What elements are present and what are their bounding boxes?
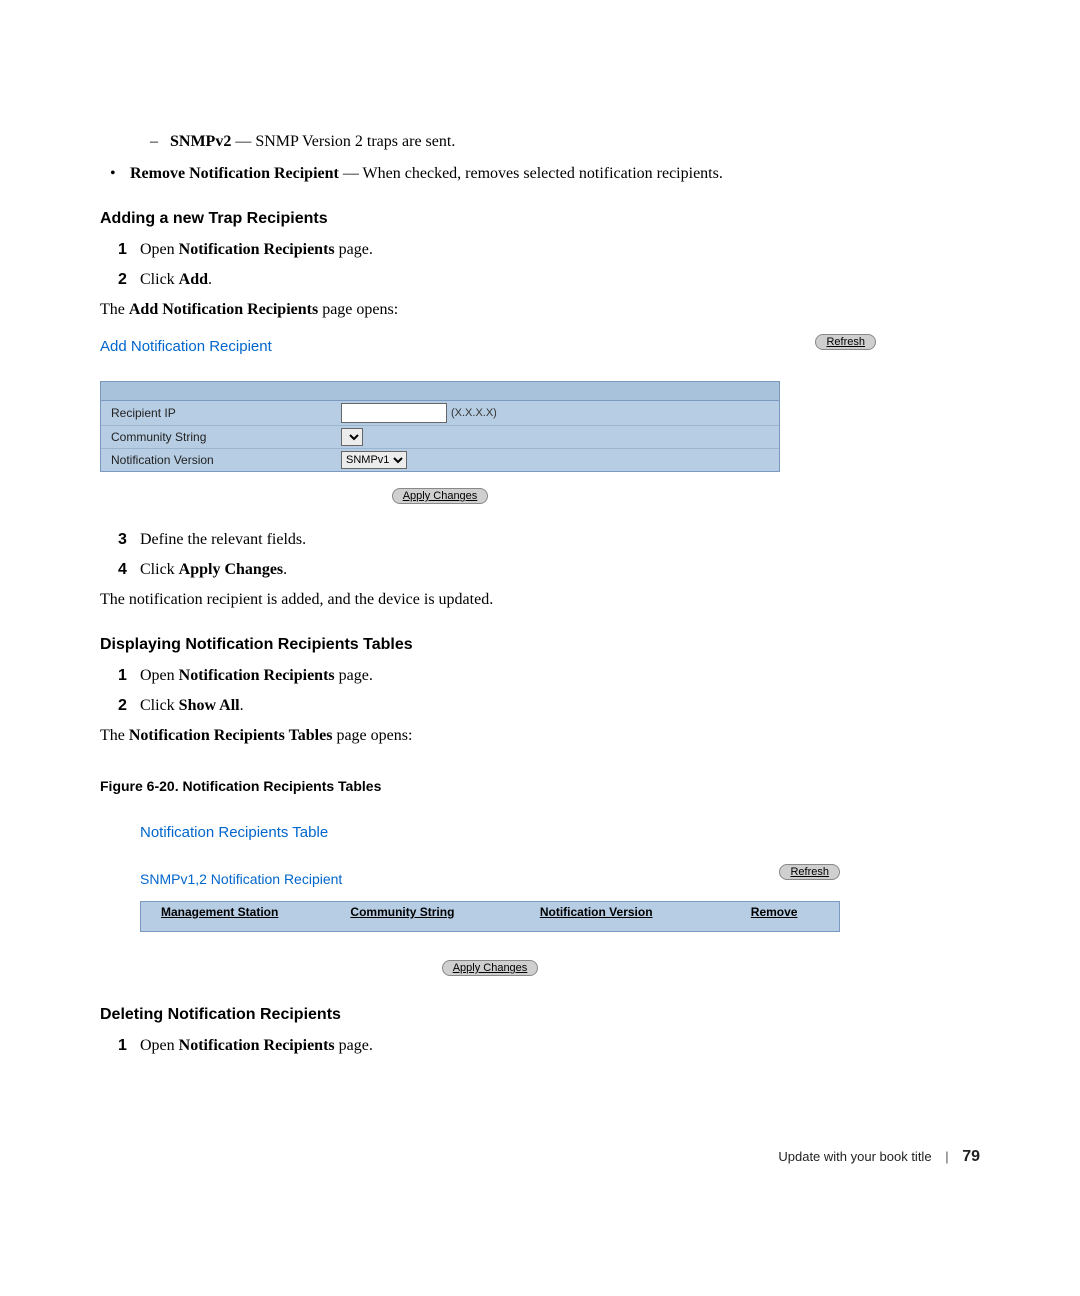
screenshot-add-recipient: Refresh Add Notification Recipient Recip… [100, 338, 780, 504]
row-recipient-ip: Recipient IP (X.X.X.X) [101, 401, 779, 425]
apply-changes-button[interactable]: Apply Changes [392, 488, 489, 504]
community-string-select[interactable] [341, 428, 363, 446]
stepA4: 4Click Apply Changes. [100, 558, 980, 582]
sectionA-result: The Add Notification Recipients page ope… [100, 298, 980, 322]
stepC1: 1Open Notification Recipients page. [100, 1034, 980, 1058]
notification-version-select[interactable]: SNMPv1 [341, 451, 407, 469]
heading-deleting: Deleting Notification Recipients [100, 1006, 980, 1024]
stepB2: 2Click Show All. [100, 694, 980, 718]
recipient-ip-hint: (X.X.X.X) [451, 407, 497, 419]
page-number: 79 [962, 1148, 980, 1165]
sectionA2-result: The notification recipient is added, and… [100, 588, 980, 612]
form-panel: Recipient IP (X.X.X.X) Community String … [100, 381, 780, 472]
col-remove: Remove [729, 905, 819, 919]
recipient-ip-input[interactable] [341, 403, 447, 423]
row-community-string: Community String [101, 425, 779, 448]
shot2-subtitle: SNMPv1,2 Notification Recipient [140, 871, 840, 887]
remove-bullet: Remove Notification Recipient — When che… [100, 162, 980, 186]
stepB1: 1Open Notification Recipients page. [100, 664, 980, 688]
recipient-ip-label: Recipient IP [111, 406, 341, 420]
remove-term: Remove Notification Recipient [130, 165, 339, 182]
stepA1: 1Open Notification Recipients page. [100, 238, 980, 262]
apply-changes-button-2[interactable]: Apply Changes [442, 960, 539, 976]
panel-top-strip [101, 382, 779, 401]
heading-adding: Adding a new Trap Recipients [100, 210, 980, 228]
community-string-label: Community String [111, 430, 341, 444]
book-title: Update with your book title [778, 1149, 931, 1164]
sectionB-result: The Notification Recipients Tables page … [100, 724, 980, 748]
refresh-button-2[interactable]: Refresh [779, 864, 840, 880]
col-community-string: Community String [350, 905, 539, 919]
snmpv2-desc: — SNMP Version 2 traps are sent. [231, 133, 455, 150]
shot2-title: Notification Recipients Table [140, 824, 840, 841]
footer-divider: | [945, 1149, 948, 1164]
snmpv2-term: SNMPv2 [170, 133, 231, 150]
snmpv2-line: – SNMPv2 — SNMP Version 2 traps are sent… [150, 130, 980, 154]
shot1-title: Add Notification Recipient [100, 338, 780, 355]
row-notification-version: Notification Version SNMPv1 [101, 448, 779, 471]
figure-caption: Figure 6-20. Notification Recipients Tab… [100, 778, 980, 794]
remove-desc: — When checked, removes selected notific… [339, 165, 723, 182]
refresh-button[interactable]: Refresh [815, 334, 876, 350]
table-header-strip: Management Station Community String Noti… [140, 901, 840, 932]
stepA3: 3Define the relevant fields. [100, 528, 980, 552]
col-notification-version: Notification Version [540, 905, 729, 919]
page-footer: Update with your book title | 79 [778, 1148, 980, 1166]
notification-version-label: Notification Version [111, 453, 341, 467]
heading-displaying: Displaying Notification Recipients Table… [100, 636, 980, 654]
col-management-station: Management Station [161, 905, 350, 919]
stepA2: 2Click Add. [100, 268, 980, 292]
screenshot-recipients-table: Notification Recipients Table Refresh SN… [140, 824, 840, 976]
